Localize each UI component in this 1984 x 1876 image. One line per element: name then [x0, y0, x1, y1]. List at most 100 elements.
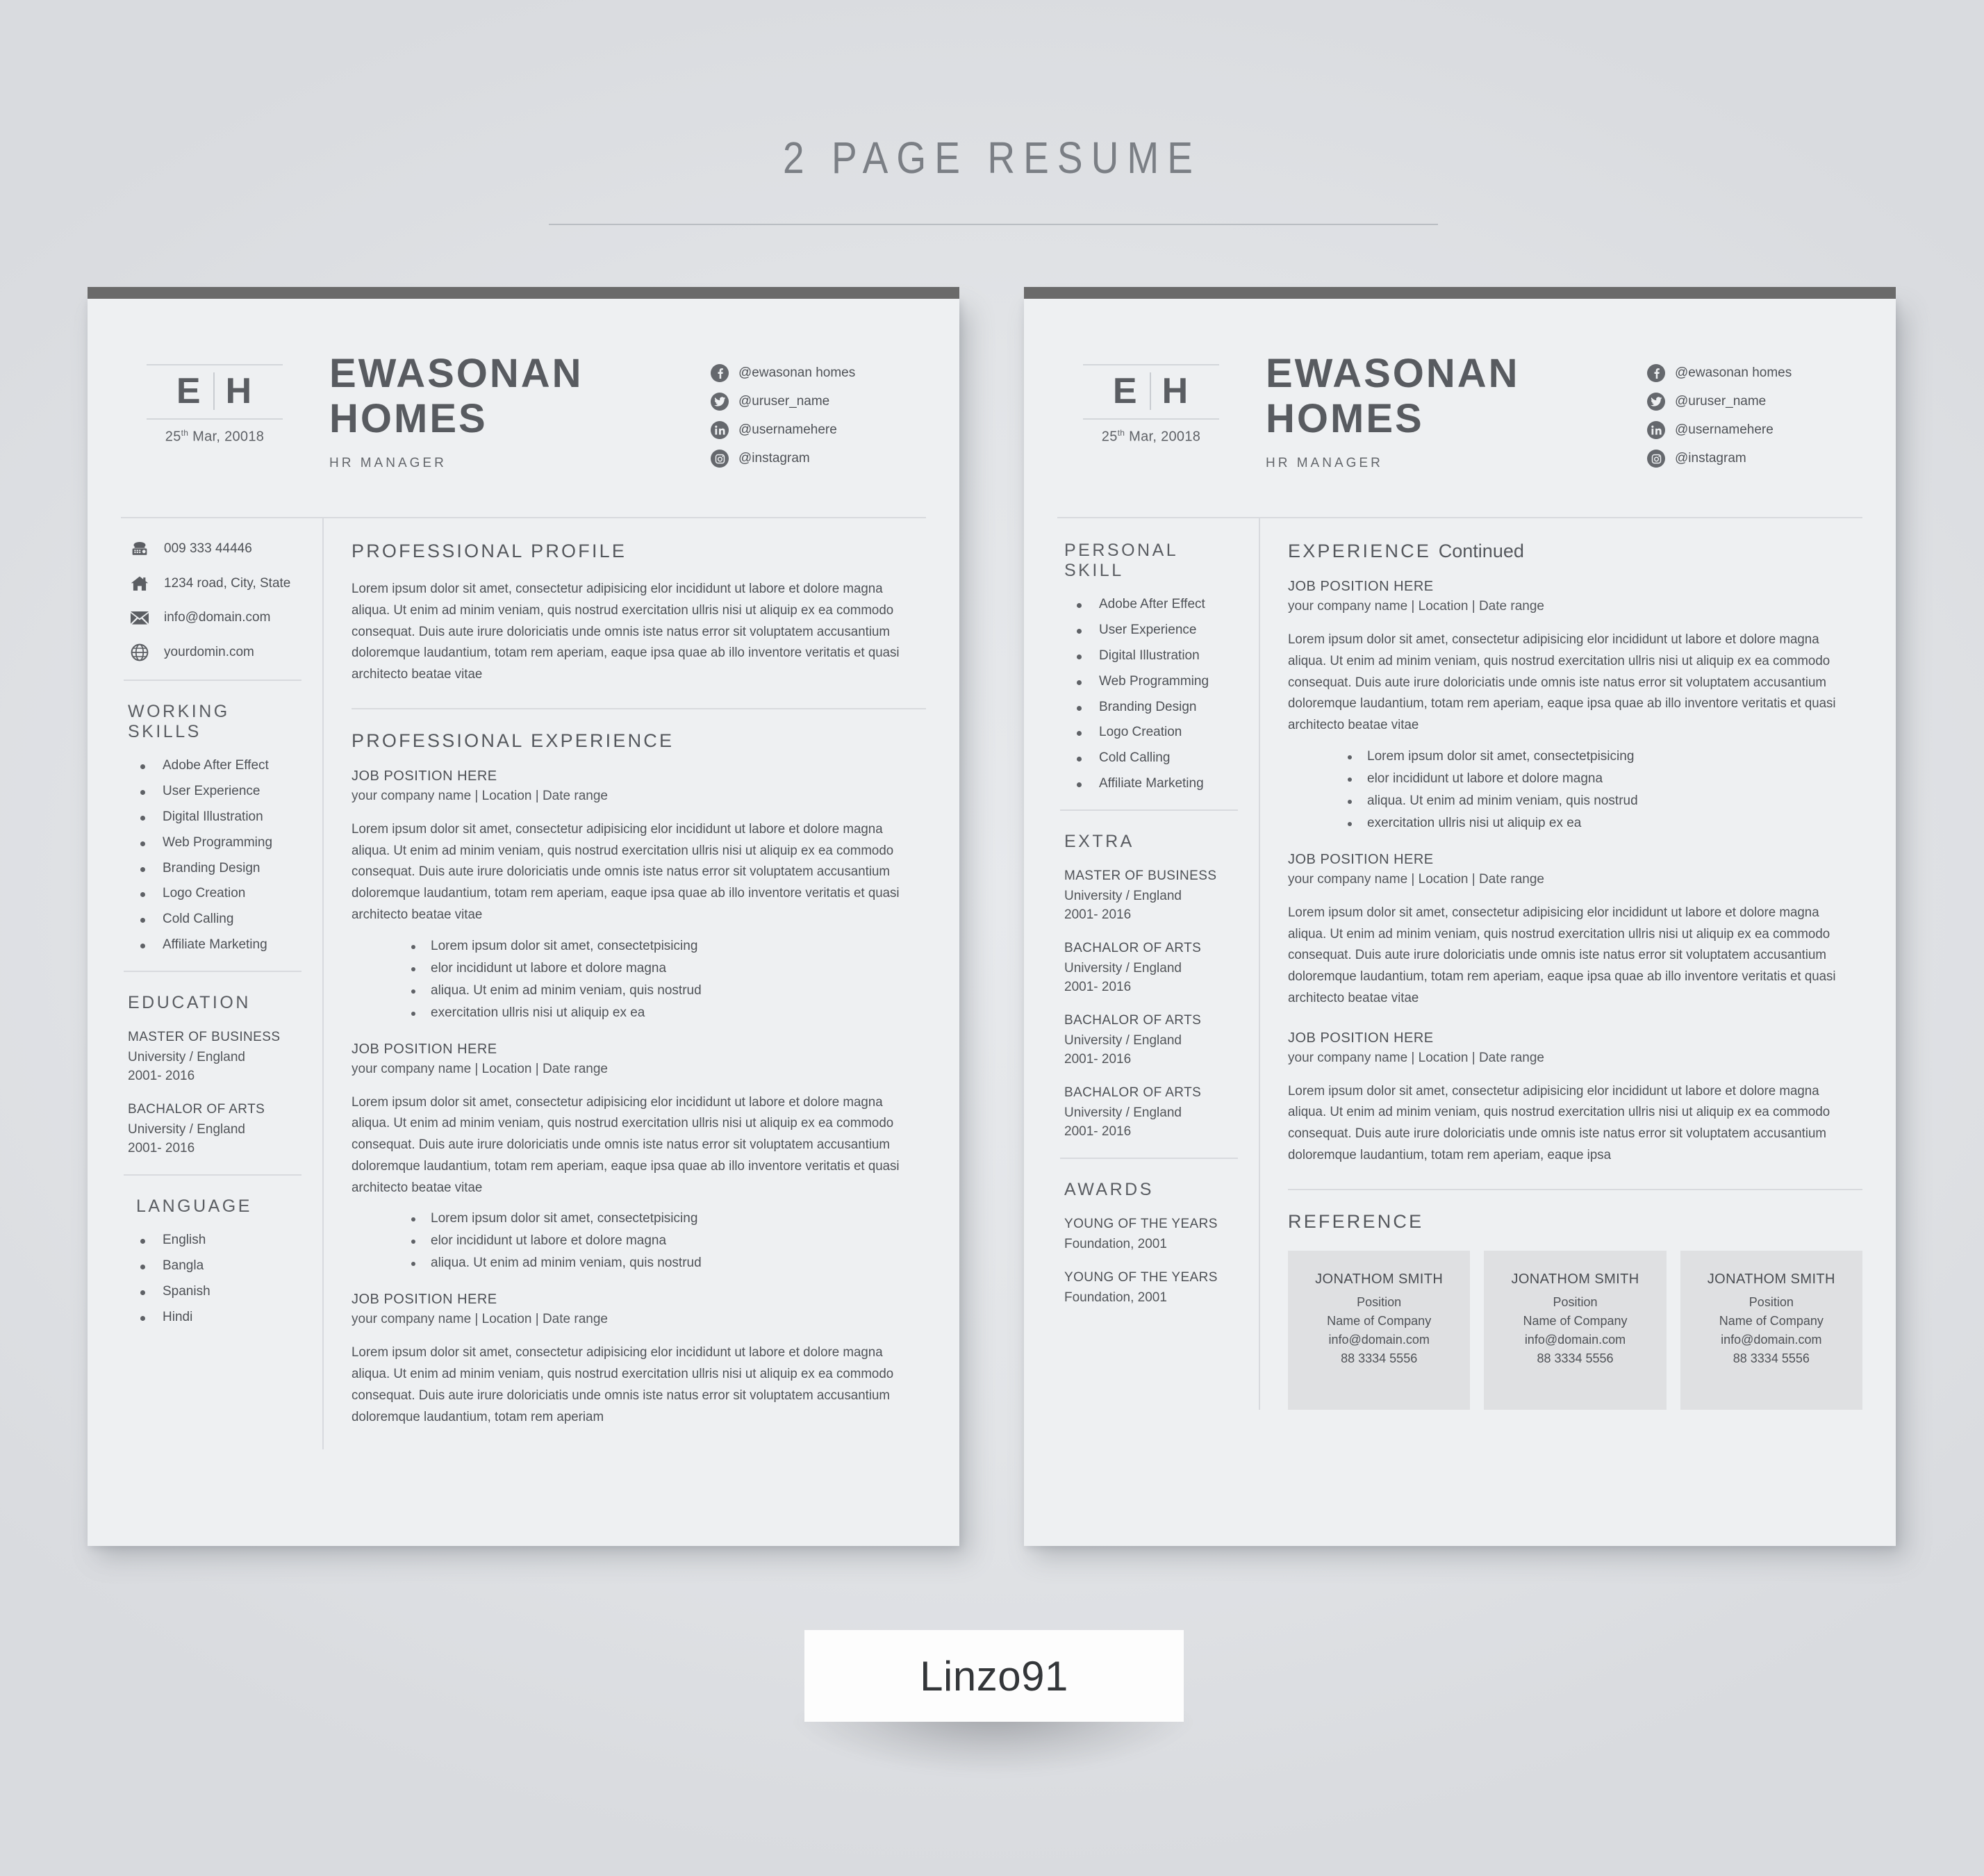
extra-years: 2001- 2016 — [1064, 980, 1132, 995]
monogram-block: E H 25th Mar, 20018 — [121, 339, 308, 445]
list-item: User Experience — [136, 784, 304, 799]
sidebar-divider — [124, 971, 301, 973]
reference-card: JONATHOM SMITH Position Name of Company … — [1484, 1250, 1667, 1410]
page-2-topbar — [1024, 287, 1896, 299]
social-row[interactable]: @usernamehere — [711, 421, 926, 439]
contact-row-address[interactable]: 1234 road, City, State — [121, 575, 304, 592]
personal-skill-list: Adobe After Effect User Experience Digit… — [1057, 597, 1241, 791]
page-1-header: E H 25th Mar, 20018 EWASONAN HOMES HR MA… — [121, 328, 926, 517]
social-row[interactable]: @instagram — [1647, 450, 1862, 468]
award-entry: YOUNG OF THE YEARS Foundation, 2001 — [1057, 1270, 1241, 1306]
page-2-body: PERSONAL SKILL Adobe After Effect User E… — [1057, 517, 1862, 1410]
brand-card: Linzo91 — [804, 1630, 1184, 1722]
list-item: Logo Creation — [1073, 725, 1241, 740]
twitter-icon — [1647, 393, 1665, 411]
education-years: 2001- 2016 — [128, 1069, 195, 1084]
contact-row-email[interactable]: info@domain.com — [121, 610, 304, 625]
reference-name: JONATHOM SMITH — [1315, 1271, 1444, 1287]
section-heading-education: EDUCATION — [128, 993, 251, 1013]
page-2-main: EXPERIENCE Continued JOB POSITION HERE y… — [1260, 541, 1862, 1410]
sidebar-divider — [124, 680, 301, 681]
list-item: aliqua. Ut enim ad minim veniam, quis no… — [407, 1256, 926, 1271]
extra-years: 2001- 2016 — [1064, 1052, 1132, 1067]
profile-paragraph: Lorem ipsum dolor sit amet, consectetur … — [352, 582, 900, 682]
social-row[interactable]: @ewasonan homes — [711, 364, 926, 382]
job-bullet-list: Lorem ipsum dolor sit amet, consectetpis… — [1288, 749, 1862, 831]
education-degree: BACHALOR OF ARTS — [128, 1102, 265, 1117]
globe-icon — [128, 643, 151, 661]
reference-card: JONATHOM SMITH Position Name of Company … — [1288, 1250, 1471, 1410]
job-title: JOB POSITION HERE — [352, 1292, 497, 1308]
award-detail: Foundation, 2001 — [1064, 1237, 1167, 1252]
list-item: User Experience — [1073, 623, 1241, 638]
monogram-letter-left: E — [176, 371, 202, 411]
experience-heading-continued: Continued — [1438, 541, 1524, 561]
job-bullet-list: Lorem ipsum dolor sit amet, consectetpis… — [352, 939, 926, 1021]
section-heading-experience-continued: EXPERIENCE Continued — [1288, 541, 1862, 562]
extra-years: 2001- 2016 — [1064, 1124, 1132, 1139]
linkedin-icon — [1647, 421, 1665, 439]
job-description: Lorem ipsum dolor sit amet, consectetur … — [1288, 905, 1836, 1005]
social-handle: @ewasonan homes — [738, 365, 856, 380]
extra-years: 2001- 2016 — [1064, 907, 1132, 923]
education-years: 2001- 2016 — [128, 1141, 195, 1156]
mockup-title-wrap: 2 PAGE RESUME — [0, 132, 1984, 183]
name-block: EWASONAN HOMES HR MANAGER — [1245, 339, 1647, 471]
extra-school: University / England — [1064, 1033, 1182, 1048]
job-meta: your company name | Location | Date rang… — [1288, 1050, 1544, 1065]
reference-phone: 88 3334 5556 — [1537, 1351, 1614, 1365]
education-entry: MASTER OF BUSINESS University / England … — [121, 1030, 304, 1084]
social-handle: @uruser_name — [738, 394, 830, 409]
contact-value: info@domain.com — [164, 610, 271, 625]
job-meta: your company name | Location | Date rang… — [352, 1312, 608, 1327]
list-item: elor incididunt ut labore et dolore magn… — [407, 961, 926, 976]
extra-entry: BACHALOR OF ARTS University / England 20… — [1057, 1013, 1241, 1067]
extra-entry: BACHALOR OF ARTS University / England 20… — [1057, 941, 1241, 995]
education-degree: MASTER OF BUSINESS — [128, 1030, 281, 1045]
facebook-icon — [1647, 364, 1665, 382]
page-2-sidebar: PERSONAL SKILL Adobe After Effect User E… — [1057, 541, 1259, 1410]
header-date: 25th Mar, 20018 — [1101, 428, 1201, 445]
section-heading-awards: AWARDS — [1064, 1180, 1154, 1200]
social-row[interactable]: @ewasonan homes — [1647, 364, 1862, 382]
extra-entry: BACHALOR OF ARTS University / England 20… — [1057, 1085, 1241, 1139]
experience-heading-main: EXPERIENCE — [1288, 541, 1432, 561]
reference-card-row: JONATHOM SMITH Position Name of Company … — [1288, 1250, 1862, 1410]
extra-degree: MASTER OF BUSINESS — [1064, 869, 1217, 884]
monogram-letter-left: E — [1112, 371, 1139, 411]
monogram-block: E H 25th Mar, 20018 — [1057, 339, 1245, 445]
experience-entry: JOB POSITION HERE your company name | Lo… — [352, 768, 926, 1021]
list-item: Logo Creation — [136, 887, 304, 901]
list-item: Affiliate Marketing — [136, 937, 304, 953]
social-handle: @usernamehere — [738, 422, 837, 437]
contact-row-website[interactable]: yourdomin.com — [121, 643, 304, 661]
list-item: Digital Illustration — [1073, 648, 1241, 664]
extra-entry: MASTER OF BUSINESS University / England … — [1057, 869, 1241, 923]
job-role: HR MANAGER — [329, 455, 447, 470]
resume-page-2: E H 25th Mar, 20018 EWASONAN HOMES HR MA… — [1024, 287, 1896, 1546]
job-role: HR MANAGER — [1266, 455, 1383, 470]
name-block: EWASONAN HOMES HR MANAGER — [308, 339, 711, 471]
social-row[interactable]: @uruser_name — [711, 393, 926, 411]
job-title: JOB POSITION HERE — [1288, 851, 1434, 867]
social-row[interactable]: @instagram — [711, 450, 926, 468]
list-item: Web Programming — [136, 835, 304, 850]
list-item: Adobe After Effect — [136, 758, 304, 773]
list-item: elor incididunt ut labore et dolore magn… — [1344, 771, 1862, 787]
award-entry: YOUNG OF THE YEARS Foundation, 2001 — [1057, 1217, 1241, 1252]
section-divider — [1288, 1188, 1862, 1190]
job-title: JOB POSITION HERE — [1288, 1030, 1434, 1046]
page-2-header: E H 25th Mar, 20018 EWASONAN HOMES HR MA… — [1057, 328, 1862, 517]
list-item: Digital Illustration — [136, 809, 304, 825]
name-line-2: HOMES — [1266, 395, 1424, 441]
section-divider — [352, 707, 926, 709]
job-bullet-list: Lorem ipsum dolor sit amet, consectetpis… — [352, 1211, 926, 1271]
social-row[interactable]: @usernamehere — [1647, 421, 1862, 439]
social-row[interactable]: @uruser_name — [1647, 393, 1862, 411]
extra-degree: BACHALOR OF ARTS — [1064, 1085, 1202, 1101]
social-handle: @uruser_name — [1675, 394, 1767, 409]
contact-row-phone[interactable]: 009 333 44446 — [121, 541, 304, 557]
list-item: Lorem ipsum dolor sit amet, consectetpis… — [407, 1211, 926, 1226]
sidebar-divider — [124, 1174, 301, 1176]
section-heading-reference: REFERENCE — [1288, 1210, 1424, 1232]
